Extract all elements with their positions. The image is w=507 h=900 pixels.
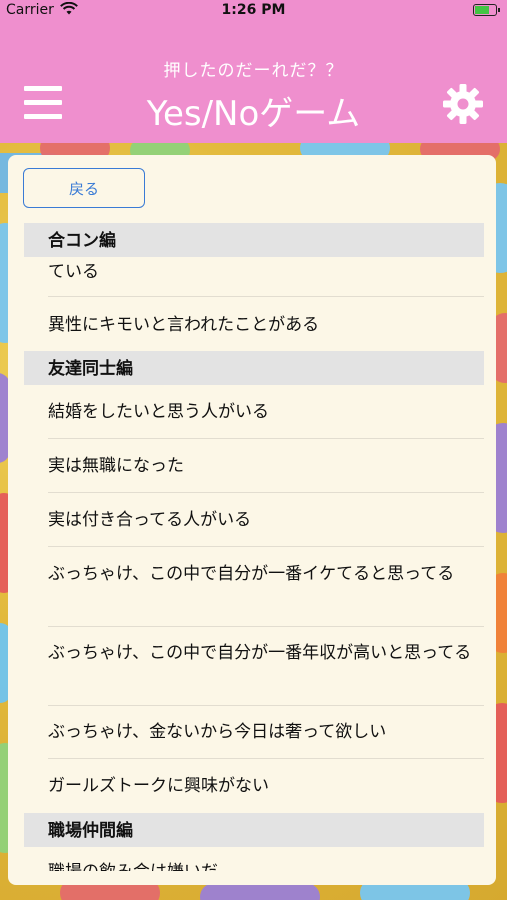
list-item[interactable]: ぶっちゃけ、金ないから今日は奢って欲しい	[48, 719, 484, 745]
list-item[interactable]: 職場の飲み会は嫌いだ	[48, 859, 484, 871]
row-divider	[48, 626, 484, 627]
back-button[interactable]: 戻る	[23, 168, 145, 208]
list-item[interactable]: ている	[48, 259, 484, 285]
row-divider	[48, 546, 484, 547]
gear-icon[interactable]	[441, 82, 485, 126]
section-header-friends: 友達同士編	[24, 351, 484, 385]
section-header-goukon: 合コン編	[24, 223, 484, 257]
nav-subtitle: 押したのだーれだ？？	[163, 61, 344, 81]
list-item[interactable]: ガールズトークに興味がない	[48, 773, 484, 799]
list-item[interactable]: ぶっちゃけ、この中で自分が一番年収が高いと思ってる	[48, 640, 484, 666]
list-item[interactable]: 異性にキモいと言われたことがある	[48, 312, 484, 338]
row-divider	[48, 492, 484, 493]
row-divider	[48, 296, 484, 297]
row-divider	[48, 438, 484, 439]
list-item[interactable]: 結婚をしたいと思う人がいる	[48, 399, 484, 425]
list-item[interactable]: ぶっちゃけ、この中で自分が一番イケてると思ってる	[48, 561, 484, 587]
list-item[interactable]: 実は無職になった	[48, 453, 484, 479]
status-time: 1:26 PM	[221, 2, 286, 18]
row-divider	[48, 758, 484, 759]
list-item[interactable]: 実は付き合ってる人がいる	[48, 507, 484, 533]
question-list-panel: 戻る 合コン編 ている 異性にキモいと言われたことがある 友達同士編 結婚をした…	[8, 155, 496, 885]
navigation-bar: 押したのだーれだ？？ Yes/Noゲーム	[0, 22, 507, 143]
nav-title: Yes/Noゲーム	[146, 94, 361, 134]
status-bar: Carrier 1:26 PM	[0, 0, 507, 22]
section-header-workplace: 職場仲間編	[24, 813, 484, 847]
row-divider	[48, 705, 484, 706]
question-list[interactable]: 合コン編 ている 異性にキモいと言われたことがある 友達同士編 結婚をしたいと思…	[24, 221, 484, 871]
battery-icon	[473, 4, 500, 16]
